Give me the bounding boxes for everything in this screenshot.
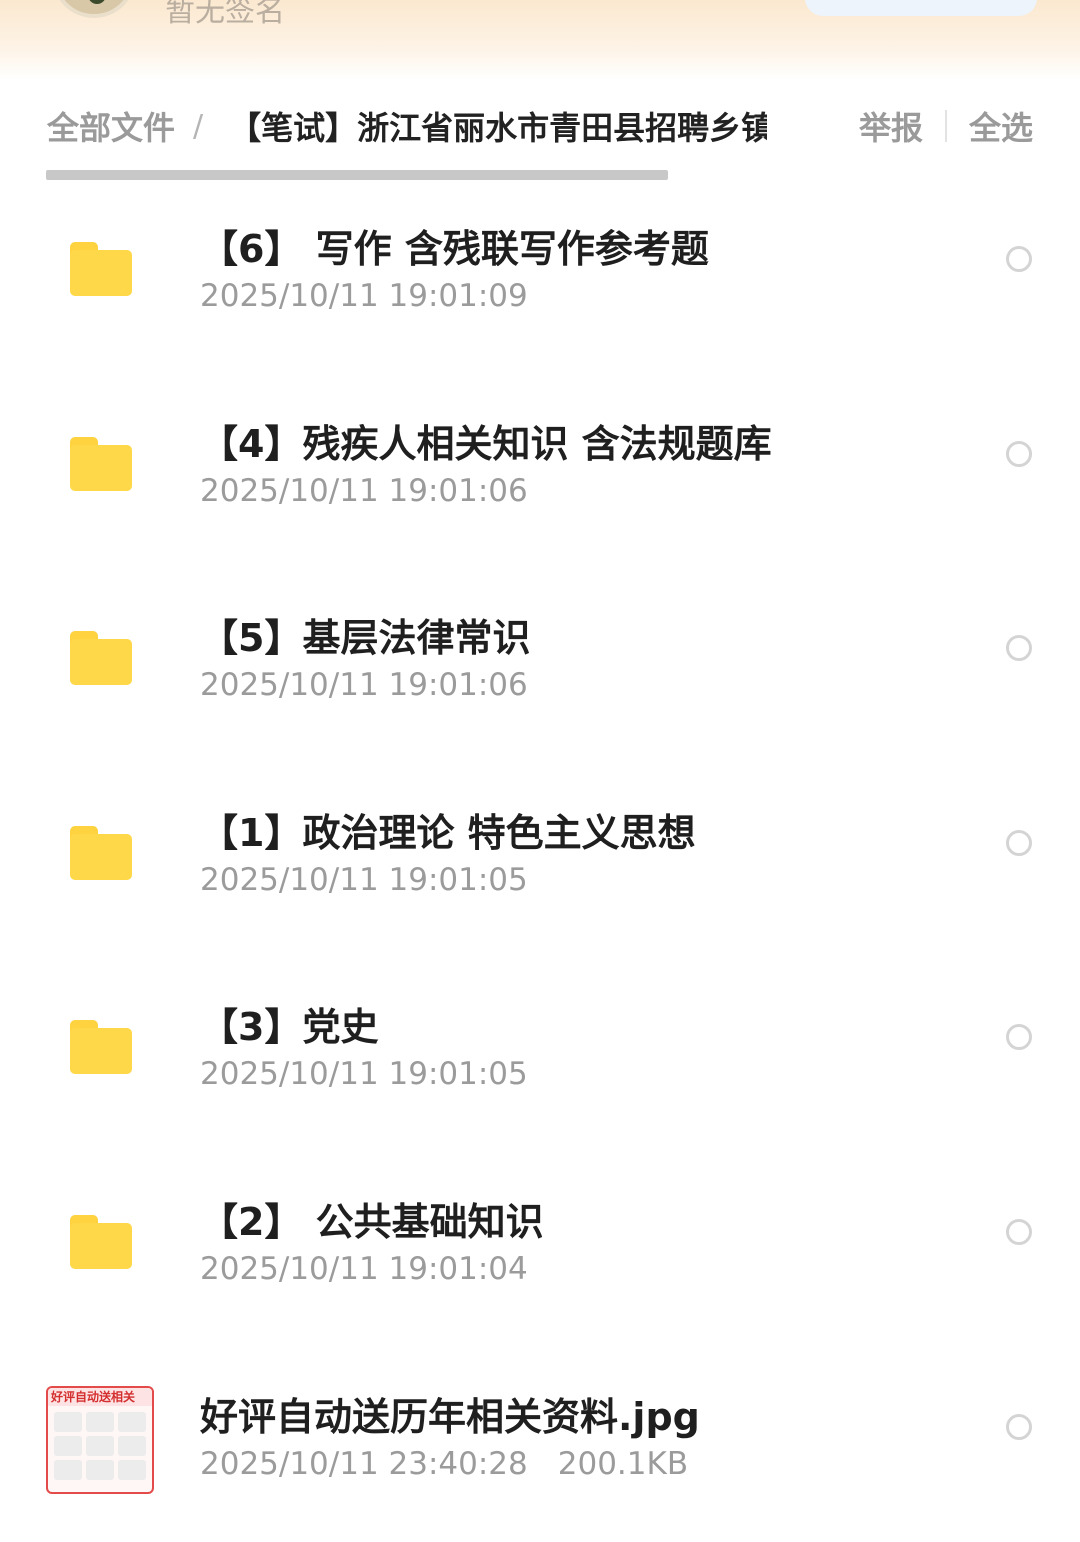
- file-date: 2025/10/11 19:01:05: [200, 861, 528, 898]
- avatar[interactable]: [52, 0, 136, 18]
- file-row-folder[interactable]: 【1】政治理论 特色主义思想 2025/10/11 19:01:05: [0, 764, 1080, 959]
- profile-header: 暂无签名: [0, 0, 1080, 80]
- select-radio[interactable]: [1006, 1218, 1032, 1245]
- breadcrumb: 全部文件 / 【笔试】浙江省丽水市青田县招聘乡镇: [47, 100, 767, 152]
- file-name: 【3】党史: [200, 1005, 379, 1050]
- file-row-folder[interactable]: 【3】党史 2025/10/11 19:01:05: [0, 958, 1080, 1153]
- file-name: 【2】 公共基础知识: [200, 1199, 544, 1244]
- image-thumbnail-icon: 好评自动送相关: [46, 1385, 154, 1494]
- file-name: 【6】 写作 含残联写作参考题: [200, 227, 709, 271]
- file-row-folder[interactable]: 【5】基层法律常识 2025/10/11 19:01:06: [0, 569, 1080, 764]
- file-row-folder[interactable]: 【2】 公共基础知识 2025/10/11 19:01:04: [0, 1153, 1080, 1348]
- breadcrumb-root[interactable]: 全部文件: [47, 103, 175, 149]
- toolbar-actions: 举报 全选: [859, 100, 1033, 152]
- file-name: 【1】政治理论 特色主义思想: [200, 810, 696, 855]
- folder-icon: [70, 436, 132, 491]
- folder-icon: [70, 242, 132, 296]
- folder-icon: [70, 1020, 132, 1075]
- file-row-folder[interactable]: 【6】 写作 含残联写作参考题 2025/10/11 19:01:09: [0, 180, 1080, 375]
- file-name: 【4】残疾人相关知识 含法规题库: [200, 421, 772, 466]
- select-all-button[interactable]: 全选: [969, 103, 1033, 149]
- file-date: 2025/10/11 19:01:09: [200, 278, 528, 314]
- select-radio[interactable]: [1006, 1413, 1032, 1440]
- select-radio[interactable]: [1006, 635, 1032, 662]
- file-meta: 2025/10/11 23:40:28 200.1KB: [200, 1446, 688, 1482]
- breadcrumb-current: 【笔试】浙江省丽水市青田县招聘乡镇: [229, 109, 767, 147]
- file-name: 好评自动送历年相关资料.jpg: [200, 1394, 700, 1439]
- select-radio[interactable]: [1006, 440, 1032, 467]
- select-radio[interactable]: [1006, 1024, 1032, 1051]
- file-date: 2025/10/11 23:40:28: [200, 1445, 528, 1482]
- profile-signature: 暂无签名: [165, 0, 285, 29]
- select-radio[interactable]: [1006, 246, 1032, 272]
- file-row-image[interactable]: 好评自动送相关 好评自动送历年相关资料.jpg 2025/10/11 23:40…: [0, 1348, 1080, 1542]
- folder-icon: [70, 1214, 132, 1269]
- folder-icon: [70, 631, 132, 686]
- file-list: 【6】 写作 含残联写作参考题 2025/10/11 19:01:09 【4】残…: [0, 180, 1080, 1542]
- file-date: 2025/10/11 19:01:05: [200, 1056, 528, 1093]
- file-date: 2025/10/11 19:01:06: [200, 667, 528, 704]
- breadcrumb-scrollbar[interactable]: [46, 170, 668, 180]
- file-date: 2025/10/11 19:01:06: [200, 472, 528, 509]
- file-row-folder[interactable]: 【4】残疾人相关知识 含法规题库 2025/10/11 19:01:06: [0, 375, 1080, 570]
- report-button[interactable]: 举报: [859, 103, 923, 149]
- action-divider: [944, 110, 947, 142]
- thumbnail-label: 好评自动送相关: [48, 1387, 152, 1406]
- file-name: 【5】基层法律常识: [200, 616, 531, 661]
- breadcrumb-separator: /: [193, 108, 204, 144]
- folder-icon: [70, 825, 132, 880]
- file-date: 2025/10/11 19:01:04: [200, 1250, 528, 1287]
- select-radio[interactable]: [1006, 829, 1032, 856]
- file-size: 200.1KB: [557, 1445, 689, 1482]
- header-pill-button[interactable]: [805, 0, 1037, 16]
